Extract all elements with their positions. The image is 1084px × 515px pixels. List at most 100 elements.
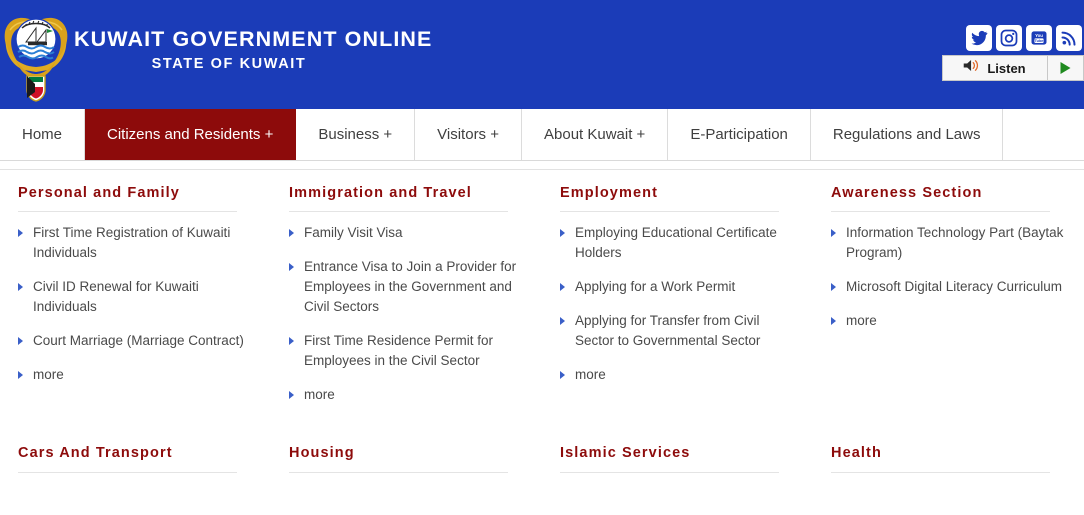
bullet-triangle-icon [560,371,565,379]
list-item[interactable]: Civil ID Renewal for Kuwaiti Individuals [18,277,257,317]
heading-divider [560,211,779,212]
site-header: KUWAIT GOVERNMENT ONLINE STATE OF KUWAIT… [0,0,1084,109]
nav-item-regulations-and-laws[interactable]: Regulations and Laws [810,109,1004,160]
list-item-more[interactable]: more [831,311,1070,331]
social-links: You Tube [966,25,1082,51]
bullet-triangle-icon [18,337,23,345]
bullet-triangle-icon [831,229,836,237]
list-item-label: Information Technology Part (Baytak Prog… [846,225,1064,260]
heading-divider [289,472,508,473]
play-triangle-icon[interactable] [1047,56,1083,80]
heading-divider [560,472,779,473]
megamenu-column-cars-and-transport: Cars And Transport [0,444,271,484]
column-link-list: Employing Educational Certificate Holder… [560,223,799,385]
list-item[interactable]: Information Technology Part (Baytak Prog… [831,223,1070,263]
nav-item-visitors[interactable]: Visitors + [415,109,522,160]
heading-divider [289,211,508,212]
citizens-megamenu-panel: Personal and Family First Time Registrat… [0,170,1084,484]
list-item-label: more [846,313,877,328]
megamenu-column-islamic-services: Islamic Services [542,444,813,484]
bullet-triangle-icon [18,371,23,379]
list-item-label: Applying for Transfer from Civil Sector … [575,313,761,348]
speaker-icon [962,58,981,78]
list-item[interactable]: Entrance Visa to Join a Provider for Emp… [289,257,528,317]
list-item[interactable]: Court Marriage (Marriage Contract) [18,331,257,351]
listen-label: Listen [987,60,1026,76]
list-item-more[interactable]: more [560,365,799,385]
bullet-triangle-icon [18,283,23,291]
megamenu-column-health: Health [813,444,1084,484]
list-item-label: Entrance Visa to Join a Provider for Emp… [304,259,517,314]
column-heading: Awareness Section [831,185,983,201]
megamenu-row-1: Personal and Family First Time Registrat… [0,184,1084,419]
list-item[interactable]: First Time Residence Permit for Employee… [289,331,528,371]
site-title: KUWAIT GOVERNMENT ONLINE [74,27,433,51]
list-item[interactable]: Applying for Transfer from Civil Sector … [560,311,799,351]
nav-item-citizens-and-residents[interactable]: Citizens and Residents + [85,109,297,160]
listen-button[interactable]: Listen [943,56,1047,80]
kuwait-state-emblem-icon [2,8,70,102]
list-item-label: First Time Registration of Kuwaiti Indiv… [33,225,231,260]
bullet-triangle-icon [18,229,23,237]
column-heading: Personal and Family [18,185,180,201]
instagram-icon[interactable] [996,25,1022,51]
main-navigation: Home Citizens and Residents + Business +… [0,109,1084,161]
list-item-label: First Time Residence Permit for Employee… [304,333,494,368]
list-item-label: Microsoft Digital Literacy Curriculum [846,279,1063,294]
column-link-list: Family Visit Visa Entrance Visa to Join … [289,223,528,405]
heading-divider [831,211,1050,212]
bullet-triangle-icon [831,317,836,325]
list-item-more[interactable]: more [289,385,528,405]
bullet-triangle-icon [289,263,294,271]
list-item[interactable]: Microsoft Digital Literacy Curriculum [831,277,1070,297]
rss-icon[interactable] [1056,25,1082,51]
svg-text:You: You [1035,33,1043,38]
megamenu-column-personal-and-family: Personal and Family First Time Registrat… [0,184,271,419]
column-heading: Housing [289,445,355,461]
twitter-icon[interactable] [966,25,992,51]
heading-divider [18,472,237,473]
site-subtitle: STATE OF KUWAIT [151,56,307,72]
list-item-label: more [33,367,64,382]
megamenu-column-immigration-and-travel: Immigration and Travel Family Visit Visa… [271,184,542,419]
nav-empty-space [1003,109,1084,160]
megamenu-column-employment: Employment Employing Educational Certifi… [542,184,813,419]
list-item-label: more [304,387,335,402]
nav-item-about-kuwait[interactable]: About Kuwait + [522,109,669,160]
column-heading: Islamic Services [560,445,691,461]
column-heading: Employment [560,185,659,201]
megamenu-column-awareness-section: Awareness Section Information Technology… [813,184,1084,419]
list-item-label: Civil ID Renewal for Kuwaiti Individuals [33,279,199,314]
column-link-list: First Time Registration of Kuwaiti Indiv… [18,223,257,385]
list-item-label: Employing Educational Certificate Holder… [575,225,777,260]
column-heading: Cars And Transport [18,445,173,461]
list-item[interactable]: Employing Educational Certificate Holder… [560,223,799,263]
heading-divider [18,211,237,212]
list-item-more[interactable]: more [18,365,257,385]
list-item-label: more [575,367,606,382]
list-item-label: Court Marriage (Marriage Contract) [33,333,244,348]
column-link-list: Information Technology Part (Baytak Prog… [831,223,1070,331]
list-item[interactable]: First Time Registration of Kuwaiti Indiv… [18,223,257,263]
nav-item-home[interactable]: Home [0,109,86,160]
megamenu-row-2: Cars And Transport Housing Islamic Servi… [0,444,1084,484]
bullet-triangle-icon [560,229,565,237]
youtube-icon[interactable]: You Tube [1026,25,1052,51]
bullet-triangle-icon [289,337,294,345]
bullet-triangle-icon [560,283,565,291]
bullet-triangle-icon [289,391,294,399]
brand-block: KUWAIT GOVERNMENT ONLINE STATE OF KUWAIT [74,26,694,74]
list-item[interactable]: Applying for a Work Permit [560,277,799,297]
nav-item-business[interactable]: Business + [296,109,416,160]
bullet-triangle-icon [831,283,836,291]
svg-text:Tube: Tube [1035,39,1044,43]
bullet-triangle-icon [289,229,294,237]
column-heading: Immigration and Travel [289,185,472,201]
megamenu-column-housing: Housing [271,444,542,484]
list-item-label: Applying for a Work Permit [575,279,736,294]
list-item[interactable]: Family Visit Visa [289,223,528,243]
nav-item-e-participation[interactable]: E-Participation [668,109,811,160]
listen-toolbar: Listen [942,55,1084,81]
column-heading: Health [831,445,882,461]
heading-divider [831,472,1050,473]
